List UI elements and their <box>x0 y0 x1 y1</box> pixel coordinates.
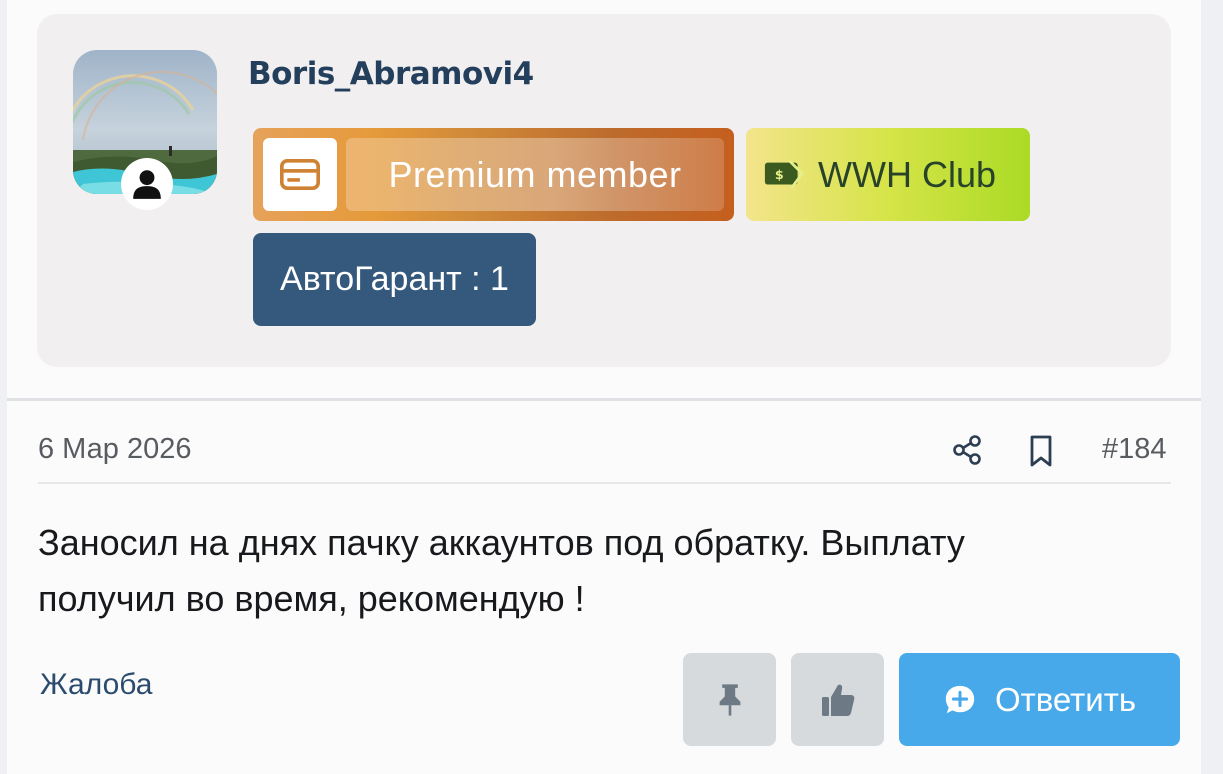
post-number[interactable]: #184 <box>1102 433 1167 466</box>
post-container: Boris_Abramovi4 Premium member $ WWH Clu… <box>7 0 1201 774</box>
message-line: получил во время, рекомендую ! <box>38 578 585 619</box>
username[interactable]: Boris_Abramovi4 <box>248 56 534 92</box>
report-link[interactable]: Жалоба <box>40 668 152 702</box>
avtogarant-banner: АвтоГарант : 1 <box>253 233 536 326</box>
pin-icon <box>719 683 740 716</box>
message-line: Заносил на днях пачку аккаунтов под обра… <box>38 522 965 563</box>
post-date[interactable]: 6 Мар 2026 <box>38 433 192 466</box>
wwh-club-label: WWH Club <box>818 153 996 195</box>
bookmark-icon[interactable] <box>1027 434 1055 468</box>
svg-text:$: $ <box>775 167 784 182</box>
page-margin <box>1201 0 1223 774</box>
pin-button[interactable] <box>683 653 776 746</box>
money-icon: $ <box>764 159 804 189</box>
user-card: Boris_Abramovi4 Premium member $ WWH Clu… <box>37 14 1171 367</box>
meta-divider <box>38 482 1171 484</box>
premium-member-banner: Premium member <box>253 128 734 221</box>
reply-bubble-icon <box>945 685 975 713</box>
section-divider <box>7 398 1201 401</box>
wwh-club-banner: $ WWH Club <box>746 128 1030 221</box>
reply-label: Ответить <box>994 680 1137 718</box>
thumbs-up-icon <box>821 684 854 716</box>
reply-button[interactable]: Ответить <box>899 653 1180 746</box>
like-button[interactable] <box>791 653 884 746</box>
premium-member-label: Premium member <box>346 138 724 211</box>
share-icon[interactable] <box>951 434 983 466</box>
credit-card-icon <box>263 138 337 211</box>
post-message: Заносил на днях пачку аккаунтов под обра… <box>38 515 1158 627</box>
user-icon <box>121 158 173 210</box>
avatar[interactable] <box>73 50 217 210</box>
